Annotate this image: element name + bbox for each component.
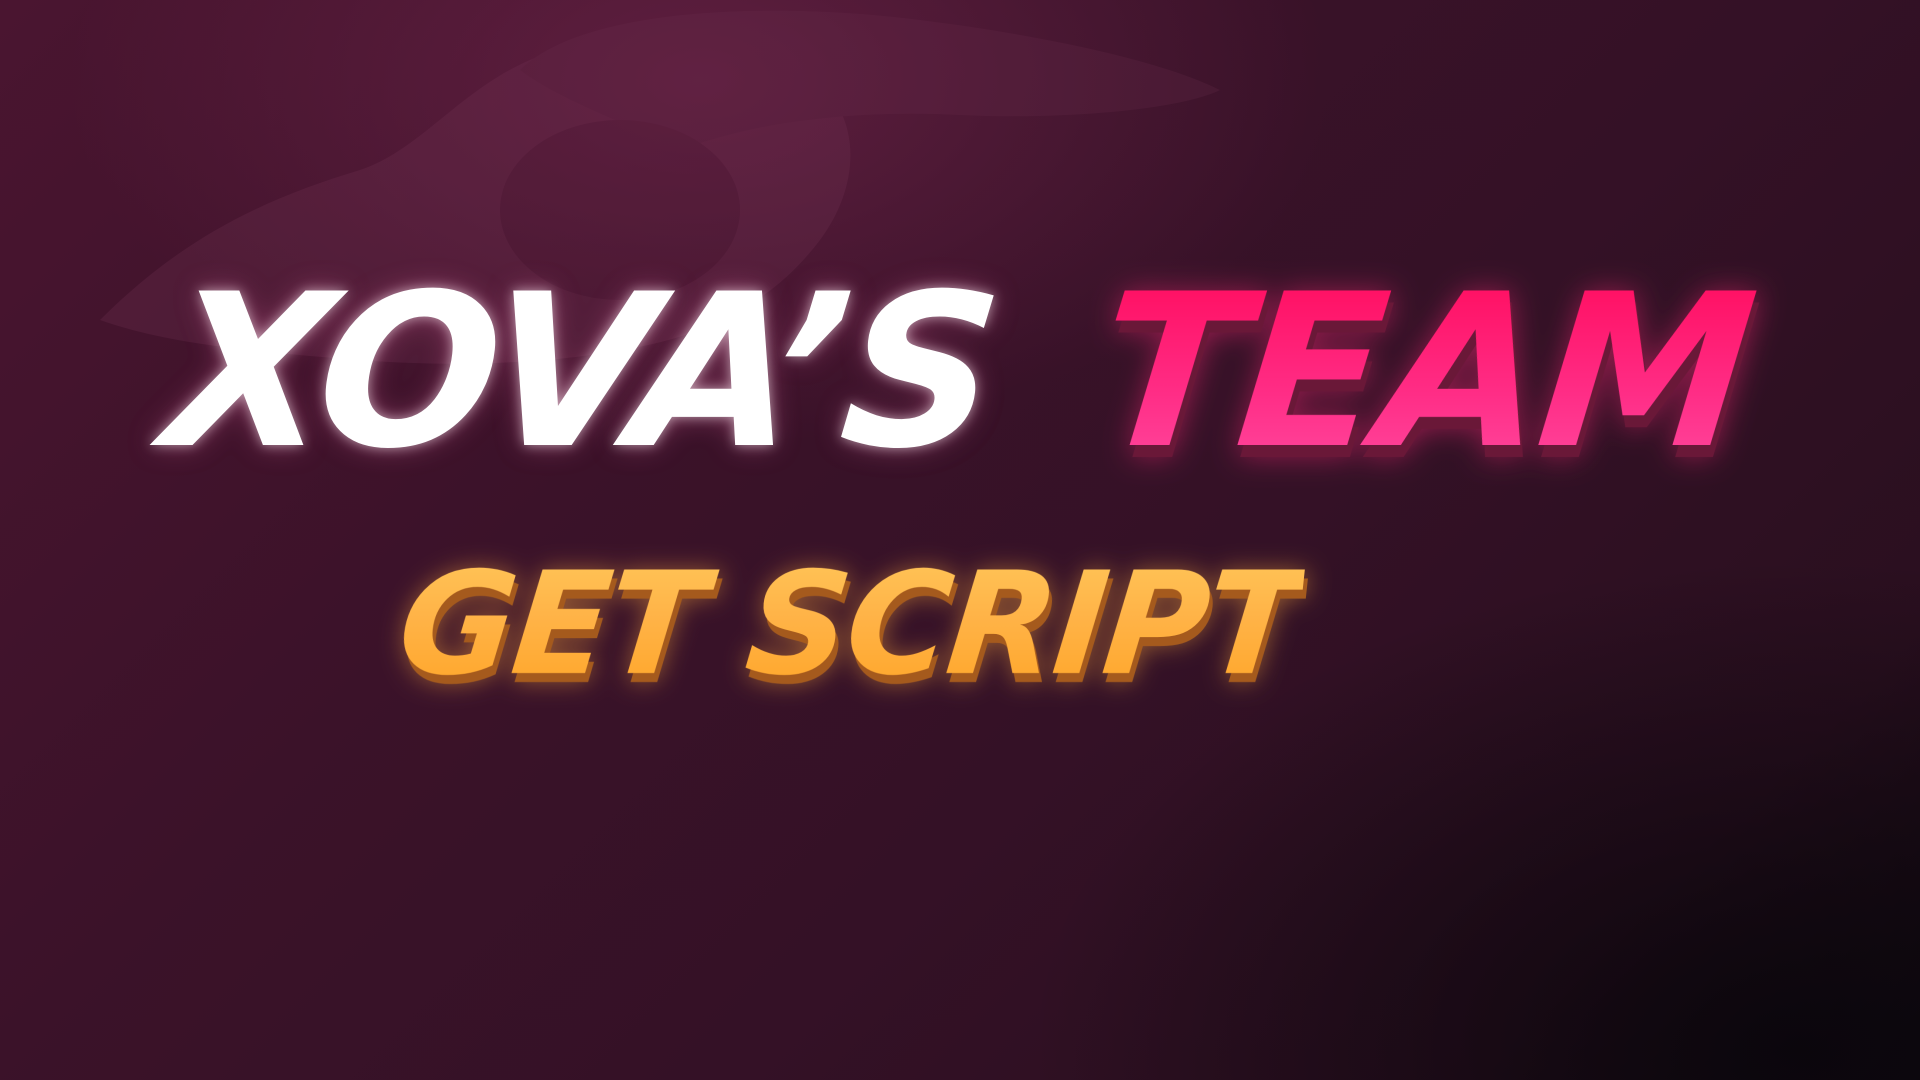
banner-canvas: XOVA’S TEAM GET SCRIPT: [0, 0, 1920, 1080]
get-script-button[interactable]: GET SCRIPT: [391, 542, 1308, 707]
title-heading: XOVA’S TEAM: [0, 248, 1920, 495]
title-accent-word: TEAM: [1087, 248, 1762, 495]
title-white-word: XOVA’S: [155, 248, 1007, 495]
